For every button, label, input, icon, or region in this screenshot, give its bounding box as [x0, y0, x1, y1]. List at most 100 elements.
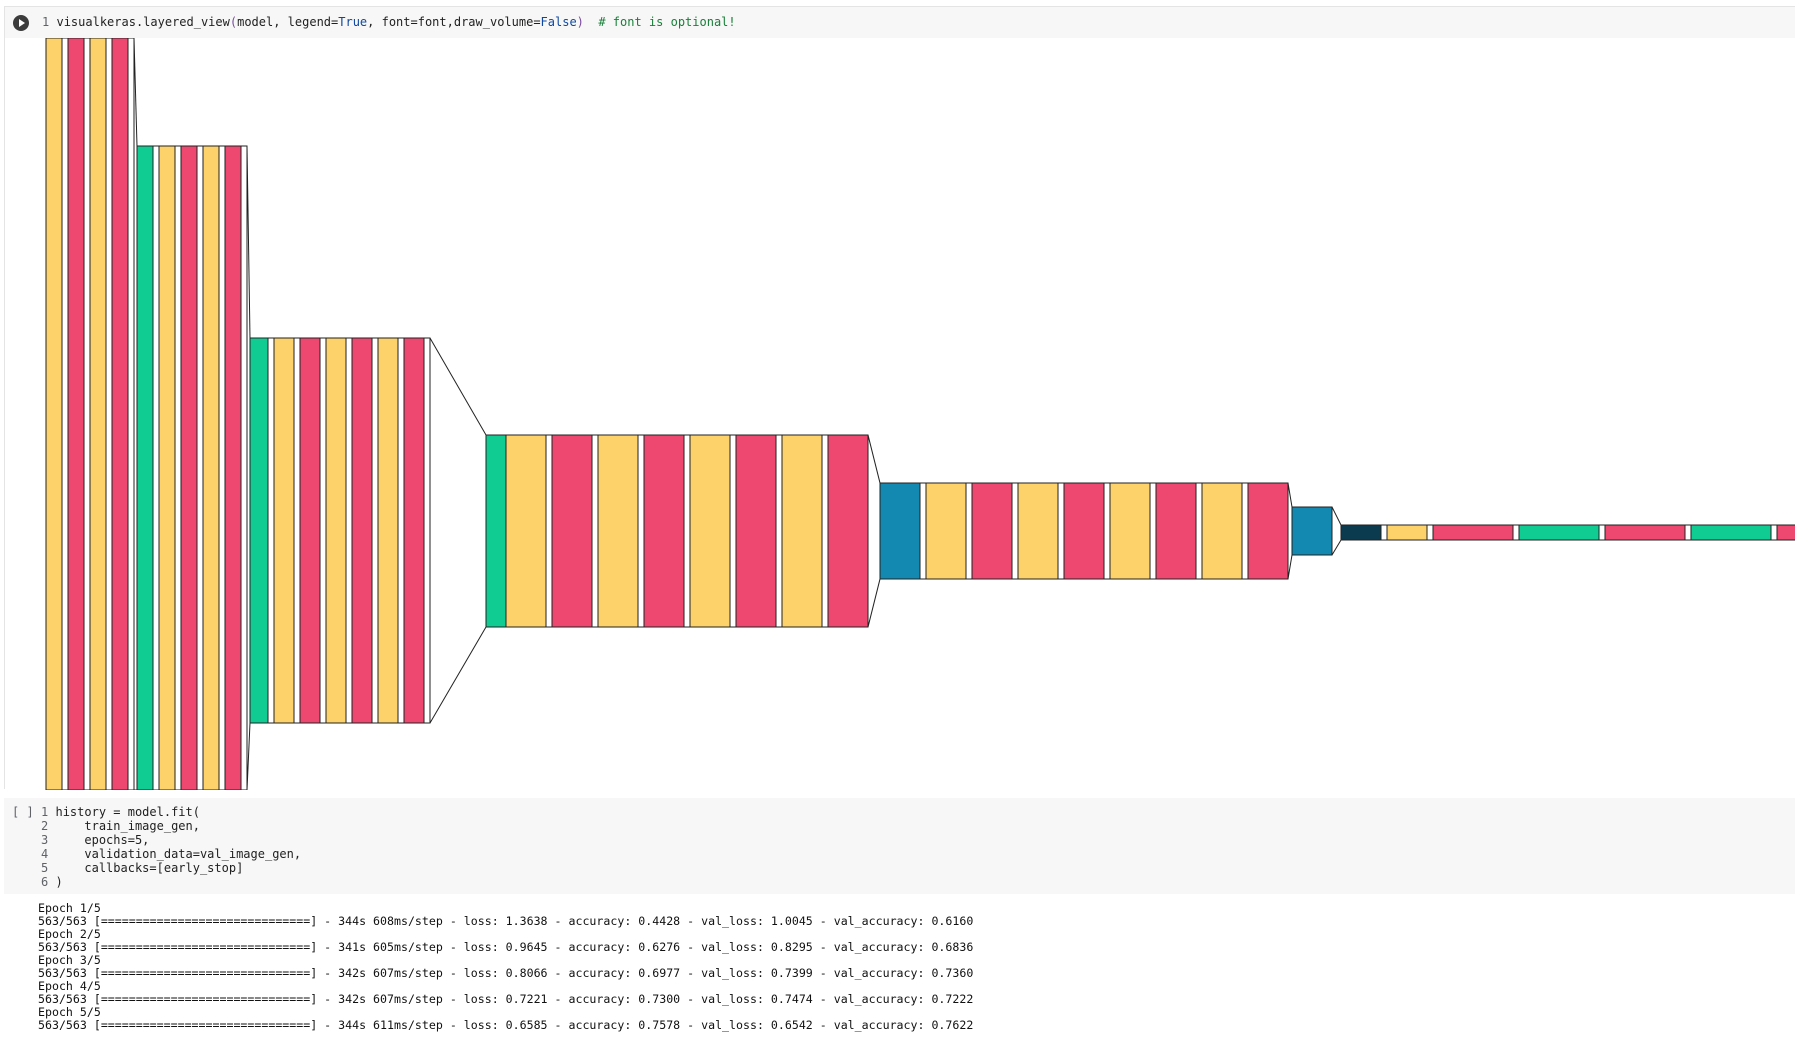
layer-pool [1604, 524, 1686, 541]
cell-execution-bracket[interactable]: [ ] [12, 805, 34, 819]
layer-pool [551, 434, 593, 628]
training-output: Epoch 1/5 563/563 [======================… [38, 902, 973, 1032]
layer-relu [345, 337, 353, 724]
layer-conv [158, 145, 176, 790]
layer-conv [1109, 482, 1151, 580]
layer-conv [89, 38, 107, 790]
layer-relu [637, 434, 645, 628]
layer-conv [781, 434, 823, 628]
code-comment: # font is optional! [598, 15, 736, 29]
layer-relu [591, 434, 599, 628]
layer-relu [1195, 482, 1203, 580]
layer-bn [136, 145, 154, 790]
layer-relu [152, 145, 160, 790]
output-line: 563/563 [==============================]… [38, 914, 974, 928]
layer-relu [105, 38, 113, 790]
layer-bn [1690, 524, 1772, 541]
layer-relu [1684, 524, 1692, 541]
layer-relu [729, 434, 737, 628]
connector-line [1331, 539, 1342, 556]
layer-conv [689, 434, 731, 628]
layer-conv [325, 337, 347, 724]
output-line: 563/563 [==============================]… [38, 966, 974, 980]
line-number: 1 [42, 15, 50, 29]
layer-bn [1518, 524, 1600, 541]
code-cell-visualkeras: 1 visualkeras.layered_view(model, legend… [4, 6, 1795, 790]
layer-pool [351, 337, 373, 724]
connector-line [1287, 554, 1293, 580]
layer-pool [1063, 482, 1105, 580]
layer-relu [196, 145, 204, 790]
code-line[interactable]: 5 callbacks=[early_stop] [41, 861, 243, 875]
layer-relu [821, 434, 829, 628]
code-line[interactable]: 1 history = model.fit( [41, 805, 200, 819]
layer-conv [597, 434, 639, 628]
layer-pool [1776, 524, 1795, 541]
layer-pool [1432, 524, 1514, 541]
layer-relu [1241, 482, 1249, 580]
layer-relu [371, 337, 379, 724]
code-line[interactable]: 4 validation_data=val_image_gen, [41, 847, 301, 861]
layer-dense_blue [879, 482, 921, 580]
layer-pool [827, 434, 869, 628]
output-line: 563/563 [==============================]… [38, 940, 974, 954]
layer-conv [45, 38, 63, 790]
layer-conv [377, 337, 399, 724]
code-editor[interactable]: 1 visualkeras.layered_view(model, legend… [5, 7, 1795, 38]
layer-relu [683, 434, 691, 628]
layer-dark [1340, 524, 1382, 541]
output-line: 563/563 [==============================]… [38, 992, 974, 1006]
layer-relu [218, 145, 226, 790]
layer-relu [127, 38, 135, 790]
layer-relu [545, 434, 553, 628]
code-line[interactable]: 2 train_image_gen, [41, 819, 200, 833]
connector-line [1287, 482, 1293, 508]
layer-relu [1011, 482, 1019, 580]
code-line[interactable]: 3 epochs=5, [41, 833, 149, 847]
layer-relu [1149, 482, 1157, 580]
layer-pool [735, 434, 777, 628]
layer-pool [67, 38, 85, 790]
layer-relu [1598, 524, 1606, 541]
layer-dense_blue [1291, 506, 1333, 556]
code-args: , font=font,draw_volume= [367, 15, 541, 29]
layer-pool [643, 434, 685, 628]
connector-line [429, 337, 487, 436]
layer-relu [240, 145, 248, 790]
layer-relu [267, 337, 275, 724]
code-cell-model-fit[interactable]: [ ] 1 history = model.fit( 2 train_image… [4, 798, 1795, 894]
layer-relu [319, 337, 327, 724]
layer-pool [971, 482, 1013, 580]
play-icon [19, 19, 25, 27]
layer-bn [485, 434, 507, 628]
code-line[interactable]: 6 ) [41, 875, 63, 889]
layer-conv [1386, 524, 1428, 541]
layer-relu [1103, 482, 1111, 580]
connector-line [1331, 506, 1342, 526]
layer-pool [180, 145, 198, 790]
connector-line [429, 626, 487, 724]
layer-bn [249, 337, 269, 724]
false-keyword: False [540, 15, 577, 29]
code-call: visualkeras.layered_view [56, 15, 230, 29]
layer-pool [403, 337, 425, 724]
layer-conv [273, 337, 295, 724]
layer-relu [397, 337, 405, 724]
layer-relu [919, 482, 927, 580]
layer-relu [1380, 524, 1388, 541]
layer-pool [1247, 482, 1289, 580]
layer-relu [423, 337, 431, 724]
layer-conv [925, 482, 967, 580]
layer-pool [224, 145, 242, 790]
layer-relu [965, 482, 973, 580]
layer-relu [775, 434, 783, 628]
code-args: model, legend= [237, 15, 339, 29]
layer-relu [1426, 524, 1434, 541]
layer-relu [1512, 524, 1520, 541]
run-cell-button[interactable] [13, 15, 29, 31]
layer-relu [1770, 524, 1778, 541]
connector-line [867, 434, 881, 484]
layer-conv [202, 145, 220, 790]
code-line-1[interactable]: 1 visualkeras.layered_view(model, legend… [42, 15, 736, 29]
layer-pool [299, 337, 321, 724]
